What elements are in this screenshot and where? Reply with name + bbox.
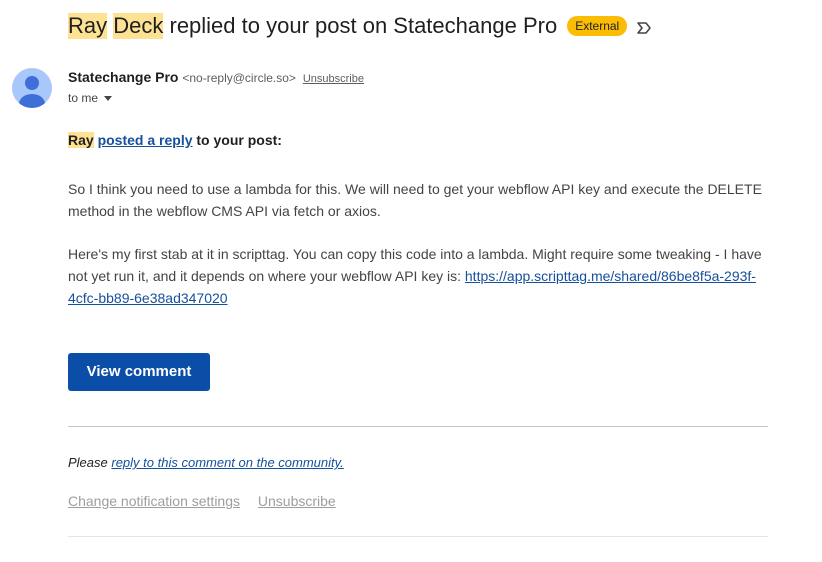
recipient-label: to me [68,91,99,105]
subject-highlight-last: Deck [113,13,164,39]
footer-links: Change notification settings Unsubscribe [68,493,350,509]
reply-author: Ray [68,132,94,148]
posted-reply-link[interactable]: posted a reply [98,132,193,148]
unsubscribe-link-header[interactable]: Unsubscribe [303,73,364,85]
label-outline-icon[interactable] [635,17,653,35]
comment-paragraph-2: Here's my first stab at it in scripttag.… [68,243,768,309]
external-badge: External [567,16,628,36]
email-view: Ray Deck replied to your post on Statech… [0,0,822,562]
comment-paragraph-1: So I think you need to use a lambda for … [68,181,762,219]
sender-name[interactable]: Statechange Pro [68,69,178,85]
unsubscribe-link-footer[interactable]: Unsubscribe [258,493,336,509]
reply-heading: Ray posted a reply to your post: [68,129,768,151]
reply-heading-rest: to your post: [192,132,282,148]
email-subject: Ray Deck replied to your post on Statech… [68,9,653,43]
subject-text: replied to your post on Statechange Pro [163,13,558,38]
sender-avatar[interactable] [12,68,52,108]
person-icon [19,76,45,108]
divider-bottom [68,536,768,537]
reply-prompt: Please reply to this comment on the comm… [68,455,344,470]
divider [68,426,768,427]
change-notification-settings-link[interactable]: Change notification settings [68,493,240,509]
reply-prompt-text: Please [68,455,112,470]
view-comment-button[interactable]: View comment [68,353,210,391]
reply-community-link[interactable]: reply to this comment on the community. [111,455,343,470]
sender-line: Statechange Pro <no-reply@circle.so> Uns… [68,69,364,85]
sender-email: <no-reply@circle.so> [182,71,296,85]
subject-highlight-first: Ray [68,13,108,39]
recipient-details-toggle[interactable]: to me [68,91,113,105]
caret-down-icon [104,95,113,101]
